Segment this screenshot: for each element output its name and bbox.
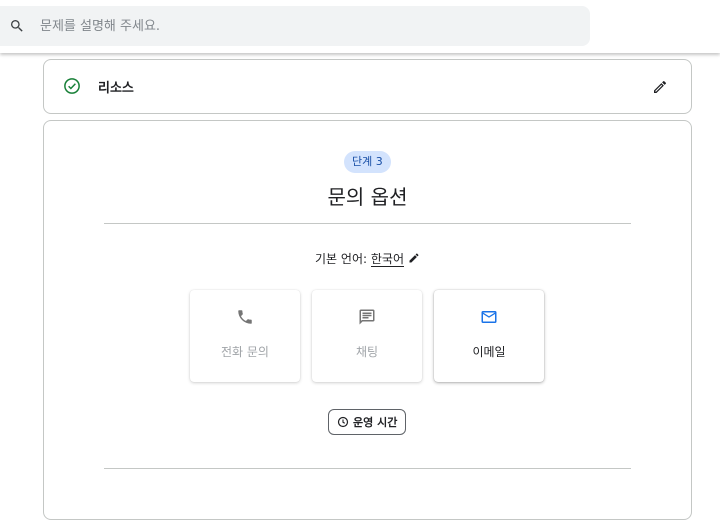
business-hours-label: 운영 시간 bbox=[353, 416, 398, 429]
completed-step-resources: 리소스 bbox=[43, 59, 692, 114]
pencil-icon[interactable] bbox=[652, 79, 668, 95]
divider bbox=[104, 468, 631, 469]
business-hours-button[interactable]: 운영 시간 bbox=[328, 409, 407, 435]
search-box[interactable] bbox=[0, 6, 590, 46]
check-circle-icon bbox=[64, 78, 80, 94]
phone-icon bbox=[238, 310, 252, 324]
phone-option-label: 전화 문의 bbox=[221, 345, 269, 359]
step-badge: 단계 3 bbox=[344, 151, 391, 173]
search-icon bbox=[11, 20, 23, 32]
search-input[interactable] bbox=[40, 6, 580, 46]
section-title: 문의 옵션 bbox=[327, 185, 408, 209]
pencil-icon[interactable] bbox=[408, 252, 420, 264]
email-option-label: 이메일 bbox=[472, 345, 506, 359]
language-label: 기본 언어: bbox=[315, 252, 371, 266]
divider bbox=[104, 223, 631, 224]
clock-icon bbox=[337, 416, 349, 428]
mail-icon bbox=[481, 311, 497, 323]
contact-options-step: 단계 3 문의 옵션 기본 언어: 한국어 전화 문의 채팅 이메일 운영 시간 bbox=[43, 120, 692, 520]
completed-step-title: 리소스 bbox=[98, 81, 134, 96]
email-option-card[interactable]: 이메일 bbox=[434, 290, 544, 382]
default-language-row: 기본 언어: 한국어 bbox=[44, 250, 691, 267]
chat-option-card[interactable]: 채팅 bbox=[312, 290, 422, 382]
chat-icon bbox=[359, 309, 375, 325]
language-value-link[interactable]: 한국어 bbox=[370, 252, 404, 267]
chat-option-label: 채팅 bbox=[355, 345, 379, 359]
phone-option-card[interactable]: 전화 문의 bbox=[190, 290, 300, 382]
top-bar bbox=[0, 0, 720, 53]
